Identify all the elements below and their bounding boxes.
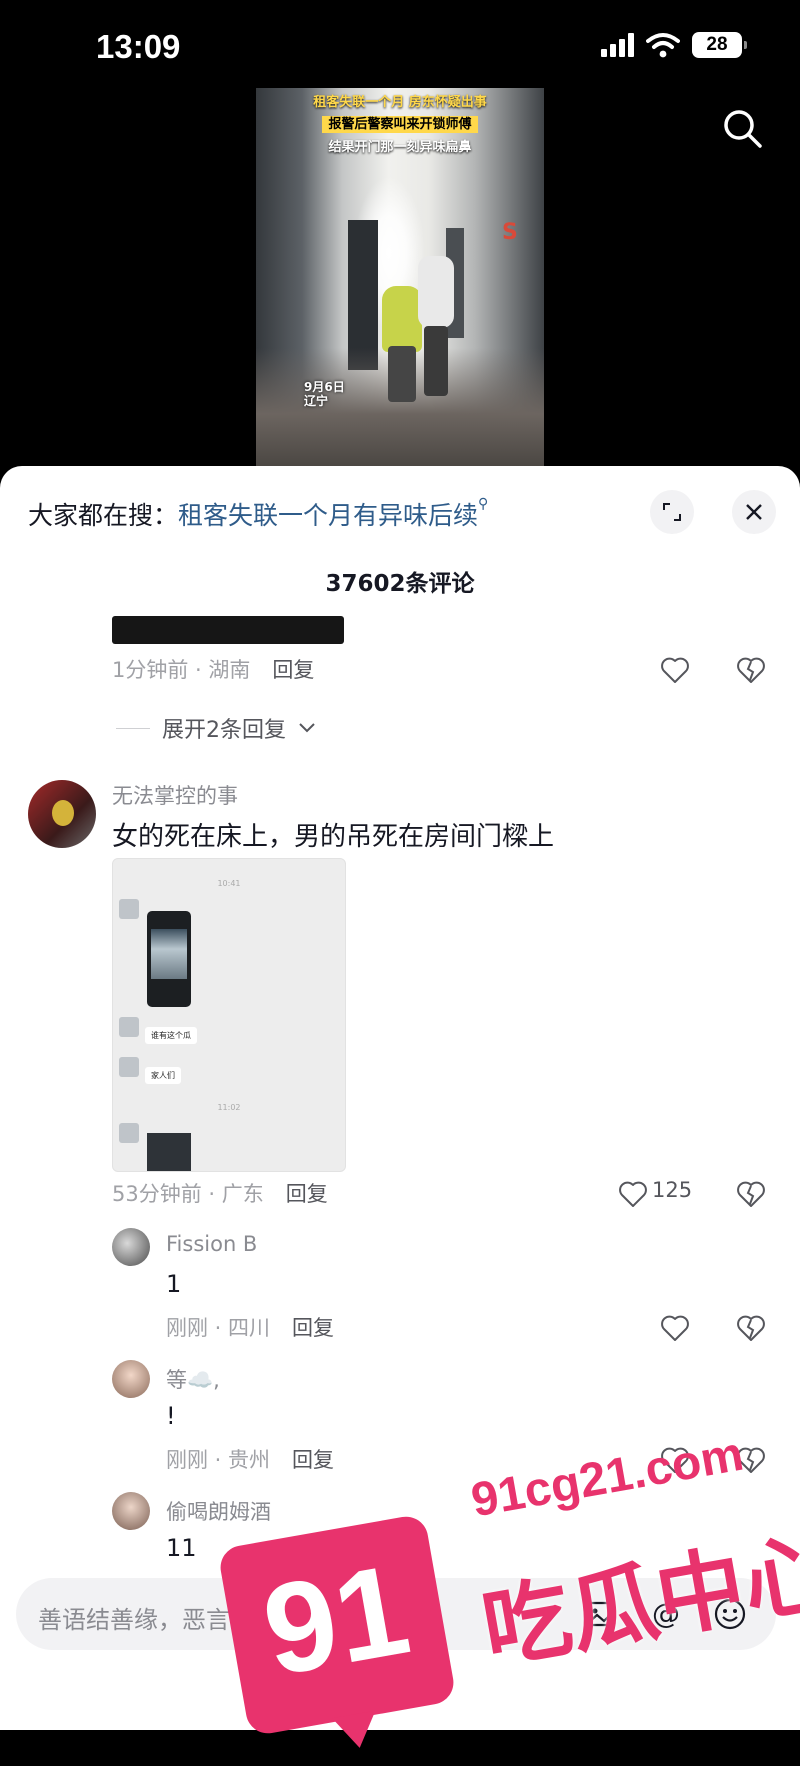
broken-heart-icon xyxy=(737,1315,765,1341)
broken-heart-icon xyxy=(737,1181,765,1207)
like-count: 125 xyxy=(652,1178,693,1202)
signal-icon xyxy=(601,33,634,57)
heart-icon xyxy=(661,657,689,683)
heart-icon xyxy=(661,1447,689,1473)
video-player[interactable]: S 租客失联一个月 房东怀疑出事 报警后警察叫来开锁师傅 结果开门那一刻异味扁鼻… xyxy=(256,88,544,468)
comment-text: 女的死在床上，男的吊死在房间门樑上 xyxy=(112,822,555,852)
reply-text: ! xyxy=(166,1402,176,1430)
video-date-stamp: 9月6日 辽宁 xyxy=(304,380,345,408)
search-icon[interactable] xyxy=(718,104,768,154)
svg-text:@: @ xyxy=(652,1597,680,1630)
reply-author[interactable]: 等☁️, xyxy=(166,1364,220,1394)
reply-button[interactable]: 回复 xyxy=(286,1182,328,1206)
video-caption-3: 结果开门那一刻异味扁鼻 xyxy=(328,140,472,155)
channel-logo-icon: S xyxy=(502,220,518,245)
comment-sheet: 大家都在搜：租客失联一个月有异味后续⚲ 37602条评论 1分钟前 · 湖南 回复… xyxy=(0,466,800,1730)
image-icon[interactable] xyxy=(582,1596,618,1632)
expand-button[interactable] xyxy=(650,490,694,534)
reply-text: 11 xyxy=(166,1534,197,1562)
reply-author[interactable]: Fission B xyxy=(166,1232,257,1256)
avatar[interactable] xyxy=(112,1360,150,1398)
status-time: 13:09 xyxy=(96,28,181,65)
suggested-query-link[interactable]: 租客失联一个月有异味后续 xyxy=(178,501,478,530)
comment-meta: 53分钟前 · 广东 回复 xyxy=(112,1182,328,1206)
expand-replies-button[interactable]: 展开2条回复 xyxy=(116,712,316,744)
dislike-button[interactable] xyxy=(736,1310,772,1346)
dislike-button[interactable] xyxy=(736,1176,772,1212)
broken-heart-icon xyxy=(737,657,765,683)
like-button[interactable] xyxy=(660,1442,696,1478)
mention-icon[interactable]: @ xyxy=(648,1596,684,1632)
chevron-down-icon xyxy=(299,723,315,733)
comment-input[interactable]: 善语结善缘，恶言伤人心 @ xyxy=(16,1578,776,1650)
reply-text: 1 xyxy=(166,1270,182,1298)
search-small-icon: ⚲ xyxy=(478,496,489,512)
reply-button[interactable]: 回复 xyxy=(292,1316,334,1340)
dislike-button[interactable] xyxy=(736,652,772,688)
like-button[interactable] xyxy=(660,652,696,688)
reply-button[interactable]: 回复 xyxy=(292,1448,334,1472)
video-caption-2: 报警后警察叫来开锁师傅 xyxy=(256,113,544,133)
avatar[interactable] xyxy=(112,1492,150,1530)
expand-icon xyxy=(663,503,681,521)
video-figure xyxy=(418,256,454,328)
wifi-icon xyxy=(646,33,680,58)
heart-icon xyxy=(619,1181,647,1207)
dislike-button[interactable] xyxy=(736,1442,772,1478)
search-suggestion[interactable]: 大家都在搜：租客失联一个月有异味后续⚲ xyxy=(28,496,488,532)
close-icon xyxy=(746,504,762,520)
comment-image[interactable]: 10:41 谁有这个瓜 家人们 11:02 xyxy=(112,858,346,1172)
broken-heart-icon xyxy=(737,1447,765,1473)
reply-button[interactable]: 回复 xyxy=(272,658,314,682)
image-video-thumbnail xyxy=(147,911,191,1007)
avatar[interactable] xyxy=(28,780,96,848)
status-icons: 28 xyxy=(601,32,747,58)
comment-input-placeholder: 善语结善缘，恶言伤人心 xyxy=(38,1606,302,1634)
emoji-icon[interactable] xyxy=(712,1596,748,1632)
status-bar: 13:09 28 xyxy=(0,0,800,96)
reply-meta: 刚刚 · 贵州 回复 xyxy=(166,1448,335,1472)
close-button[interactable] xyxy=(732,490,776,534)
battery-icon: 28 xyxy=(692,32,747,58)
heart-icon xyxy=(661,1315,689,1341)
like-button[interactable] xyxy=(660,1310,696,1346)
comment-author[interactable]: 无法掌控的事 xyxy=(112,780,238,810)
comment-meta: 1分钟前 · 湖南 回复 xyxy=(112,658,315,682)
reply-meta: 刚刚 · 四川 回复 xyxy=(166,1316,335,1340)
like-button[interactable] xyxy=(618,1176,654,1212)
avatar[interactable] xyxy=(112,1228,150,1266)
reply-author[interactable]: 偷喝朗姆酒 xyxy=(166,1496,271,1526)
video-figure xyxy=(382,286,422,352)
video-caption-1: 租客失联一个月 房东怀疑出事 xyxy=(313,95,487,110)
redacted-comment-text xyxy=(112,616,344,644)
comment-count: 37602条评论 xyxy=(325,571,475,597)
